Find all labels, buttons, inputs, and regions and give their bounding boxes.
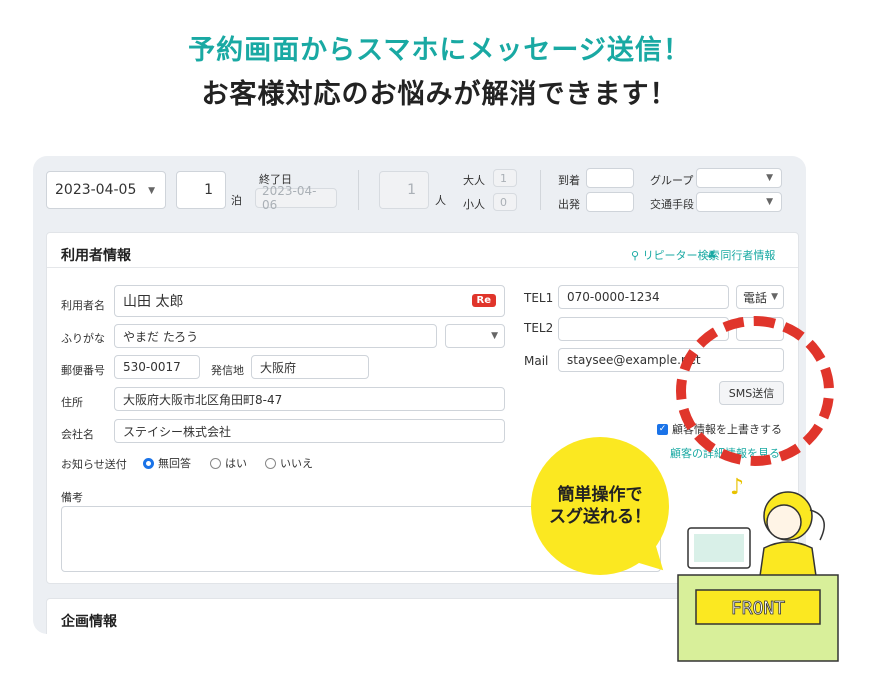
notify-option-label: いいえ: [280, 457, 313, 470]
companion-info-link[interactable]: ♣ 同行者情報: [707, 247, 775, 263]
address-label: 住所: [61, 396, 83, 409]
departure-label: 出発: [558, 198, 580, 211]
divider: [47, 267, 798, 268]
tel1-label: TEL1: [524, 291, 554, 305]
reservation-topbar: 2023-04-05 ▼ 1 泊 終了日 2023-04-06 1 人 大人 1…: [33, 156, 806, 222]
people-value: 1: [407, 182, 416, 198]
people-field: 1: [379, 171, 429, 209]
notify-label: お知らせ送付: [61, 458, 127, 471]
people-unit: 人: [435, 194, 446, 207]
search-icon: ⚲: [631, 249, 640, 262]
end-date-value: 2023-04-06: [262, 184, 317, 212]
group-label: グループ: [650, 174, 694, 187]
origin-label: 発信地: [211, 364, 244, 377]
zip-value: 530-0017: [123, 360, 181, 374]
tel1-value: 070-0000-1234: [567, 290, 660, 304]
transport-select[interactable]: ▼: [696, 192, 782, 212]
company-value: ステイシー株式会社: [123, 424, 232, 439]
repeater-badge: Re: [471, 294, 496, 307]
chevron-down-icon: ▼: [766, 197, 773, 207]
bubble-line1: 簡単操作で: [557, 485, 643, 505]
nights-unit: 泊: [231, 194, 242, 207]
front-sign-text: FRONT: [731, 598, 785, 619]
notify-option-yes[interactable]: はい: [210, 455, 247, 471]
nights-input[interactable]: 1: [176, 171, 226, 209]
radio-icon: [265, 457, 276, 469]
name-label: 利用者名: [61, 299, 105, 312]
music-note-icon: ♪: [730, 475, 744, 500]
company-input[interactable]: ステイシー株式会社: [114, 419, 505, 443]
radio-icon: [210, 457, 221, 469]
nights-value: 1: [204, 182, 213, 198]
zip-input[interactable]: 530-0017: [114, 355, 200, 379]
tel1-type-select[interactable]: 電話 ▼: [736, 285, 784, 309]
arrival-input[interactable]: [586, 168, 634, 188]
notify-option-label: 無回答: [158, 457, 191, 470]
companion-info-label: 同行者情報: [720, 249, 776, 262]
start-date-value: 2023-04-05: [55, 182, 137, 198]
front-desk-illustration: ♪ FRONT: [677, 475, 839, 662]
highlight-dotted-circle: [676, 316, 834, 466]
bubble-line2: スグ送れる！: [549, 507, 651, 527]
group-select[interactable]: ▼: [696, 168, 782, 188]
start-date-select[interactable]: 2023-04-05 ▼: [46, 171, 166, 209]
adult-field: 1: [493, 169, 517, 187]
section-title: 企画情報: [61, 614, 117, 630]
notify-option-none[interactable]: 無回答: [143, 455, 191, 471]
name-value: 山田 太郎: [123, 294, 184, 310]
section-title: 利用者情報: [61, 248, 131, 264]
name-input[interactable]: 山田 太郎 Re: [114, 285, 505, 317]
arrival-label: 到着: [558, 174, 580, 187]
end-date-field: 2023-04-06: [255, 184, 337, 212]
headline-line1: 予約画面からスマホにメッセージ送信！: [188, 35, 691, 66]
zip-label: 郵便番号: [61, 364, 105, 377]
gender-select[interactable]: ▼: [445, 324, 505, 348]
child-value: 0: [500, 195, 507, 209]
kana-input[interactable]: やまだ たろう: [114, 324, 437, 348]
address-input[interactable]: 大阪府大阪市北区角田町8-47: [114, 387, 505, 411]
divider: [358, 170, 359, 210]
monitor-screen: [694, 534, 744, 562]
origin-value: 大阪府: [260, 360, 297, 375]
tel1-type-value: 電話: [743, 290, 768, 305]
kana-value: やまだ たろう: [123, 329, 199, 344]
kana-label: ふりがな: [61, 332, 105, 345]
company-label: 会社名: [61, 428, 94, 441]
divider: [540, 170, 541, 210]
child-label: 小人: [463, 198, 485, 211]
address-value: 大阪府大阪市北区角田町8-47: [123, 392, 283, 407]
notify-option-no[interactable]: いいえ: [265, 455, 313, 471]
departure-input[interactable]: [586, 192, 634, 212]
tel1-input[interactable]: 070-0000-1234: [558, 285, 729, 309]
child-field: 0: [493, 193, 517, 211]
origin-input[interactable]: 大阪府: [251, 355, 369, 379]
speech-bubble: 簡単操作で スグ送れる！: [531, 437, 669, 575]
tel2-label: TEL2: [524, 321, 554, 335]
headline-line2: お客様対応のお悩みが解消できます！: [201, 79, 678, 110]
checkbox-checked-icon: ✓: [657, 423, 668, 435]
users-icon: ♣: [707, 249, 717, 262]
notify-option-label: はい: [225, 457, 247, 470]
chevron-down-icon: ▼: [148, 186, 155, 196]
chevron-down-icon: ▼: [771, 292, 778, 302]
adult-label: 大人: [463, 174, 485, 187]
adult-value: 1: [500, 171, 507, 185]
transport-label: 交通手段: [650, 198, 694, 211]
radio-checked-icon: [143, 457, 154, 469]
person-face: [766, 504, 802, 540]
chevron-down-icon: ▼: [766, 173, 773, 183]
mail-label: Mail: [524, 354, 549, 368]
chevron-down-icon: ▼: [491, 331, 498, 341]
notes-label: 備考: [61, 491, 83, 504]
